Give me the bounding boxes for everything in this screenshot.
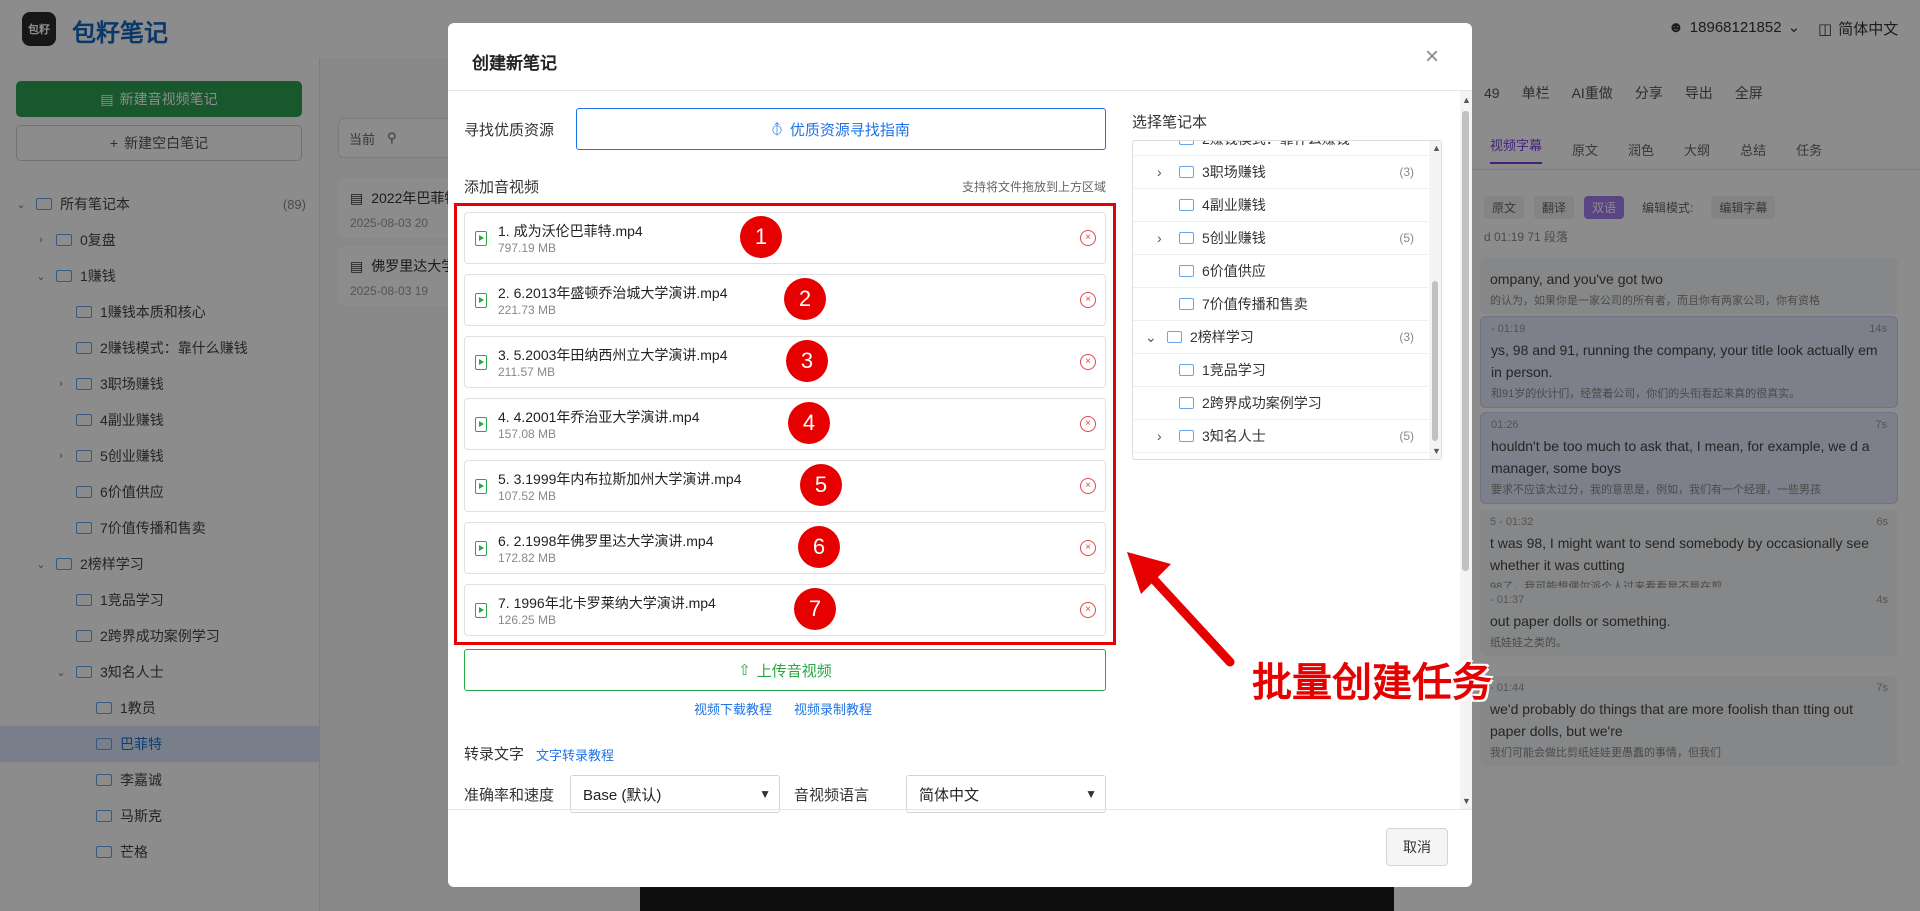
- language-label: 音视频语言: [794, 787, 870, 804]
- notebook-option-label: 2跨界成功案例学习: [1202, 395, 1322, 411]
- notebook-option-count: (5): [1399, 231, 1414, 245]
- find-resources-label: 寻找优质资源: [464, 122, 555, 139]
- folder-icon: [1179, 430, 1194, 442]
- drag-hint: 支持将文件拖放到上方区域: [962, 180, 1107, 194]
- notebook-option[interactable]: 7价值传播和售卖: [1133, 288, 1428, 321]
- accuracy-label: 准确率和速度: [464, 787, 555, 804]
- folder-icon: [1179, 141, 1194, 145]
- folder-icon: [1179, 265, 1194, 277]
- video-download-tutorial-link[interactable]: 视频下载教程: [694, 699, 772, 718]
- language-select[interactable]: 简体中文 ▼: [906, 775, 1106, 813]
- transcribe-label: 转录文字: [464, 746, 525, 763]
- chevron-right-icon[interactable]: ›: [1157, 428, 1162, 444]
- notebook-option-label: 1竞品学习: [1202, 362, 1266, 378]
- notebook-option-count: (3): [1399, 165, 1414, 179]
- modal-footer: [448, 809, 1472, 887]
- notebook-tree-select: 2赚钱模式：靠什么赚钱 › 3职场赚钱 (3) 4副业赚钱 › 5创业赚钱 (5) 6价值供应 7…: [1132, 140, 1442, 460]
- notebook-option[interactable]: 6价值供应: [1133, 255, 1428, 288]
- scroll-down-icon[interactable]: ▼: [1432, 446, 1441, 456]
- notebook-option-label: 6价值供应: [1202, 263, 1266, 279]
- annotation-text: 批量创建任务: [1252, 661, 1492, 705]
- cancel-button[interactable]: 取消: [1386, 828, 1448, 866]
- notebook-option[interactable]: 4副业赚钱: [1133, 189, 1428, 222]
- folder-icon: [1179, 166, 1194, 178]
- notebook-option-label: 3职场赚钱: [1202, 164, 1266, 180]
- notebook-option-label: 5创业赚钱: [1202, 230, 1266, 246]
- notebook-option-count: (5): [1399, 429, 1414, 443]
- notebook-option[interactable]: › 3知名人士 (5): [1133, 420, 1428, 453]
- notebook-option-label: 4副业赚钱: [1202, 197, 1266, 213]
- notebook-option-label: 2榜样学习: [1190, 329, 1254, 345]
- resource-guide-button[interactable]: ⦽ 优质资源寻找指南: [576, 108, 1106, 150]
- notebook-option[interactable]: 2跨界成功案例学习: [1133, 387, 1428, 420]
- chevron-right-icon[interactable]: ›: [1157, 164, 1162, 180]
- highlight-box: [454, 203, 1116, 645]
- accuracy-select[interactable]: Base (默认) ▼: [570, 775, 780, 813]
- folder-icon: [1167, 331, 1182, 343]
- accuracy-value: Base (默认): [583, 786, 662, 804]
- notebook-option-label: 7价值传播和售卖: [1202, 296, 1308, 312]
- transcribe-tutorial-link[interactable]: 文字转录教程: [536, 745, 614, 764]
- chevron-down-icon: ▼: [759, 787, 771, 801]
- folder-icon: [1179, 298, 1194, 310]
- notebook-option[interactable]: › 3职场赚钱 (3): [1133, 156, 1428, 189]
- folder-icon: [1179, 397, 1194, 409]
- folder-icon: [1179, 232, 1194, 244]
- notebook-option-count: (3): [1399, 330, 1414, 344]
- scroll-up-icon[interactable]: ▲: [1462, 95, 1471, 105]
- notebook-option[interactable]: › 5创业赚钱 (5): [1133, 222, 1428, 255]
- create-note-modal: 创建新笔记 × 寻找优质资源 ⦽ 优质资源寻找指南 添加音视频 支持将文件拖放到…: [448, 23, 1472, 887]
- add-av-label: 添加音视频: [464, 179, 540, 196]
- language-value: 简体中文: [919, 786, 980, 804]
- chevron-down-icon: ▼: [1085, 787, 1097, 801]
- chevron-down-icon[interactable]: ⌄: [1145, 329, 1157, 346]
- notebook-label: 选择笔记本: [1132, 114, 1208, 131]
- compass-icon: ⦽: [772, 120, 782, 138]
- close-icon[interactable]: ×: [1420, 45, 1444, 69]
- notebook-option[interactable]: 2赚钱模式：靠什么赚钱: [1133, 141, 1428, 156]
- notebook-option[interactable]: ⌄ 2榜样学习 (3): [1133, 321, 1428, 354]
- modal-title: 创建新笔记: [472, 54, 557, 73]
- upload-label: 上传音视频: [756, 662, 832, 680]
- modal-header: 创建新笔记 ×: [448, 23, 1472, 91]
- video-record-tutorial-link[interactable]: 视频录制教程: [794, 699, 872, 718]
- notebook-option-label: 3知名人士: [1202, 428, 1266, 444]
- scroll-up-icon[interactable]: ▲: [1432, 143, 1441, 153]
- scroll-down-icon[interactable]: ▼: [1462, 796, 1471, 806]
- annotation-arrow: [1127, 552, 1235, 667]
- upload-av-button[interactable]: ⇧ 上传音视频: [464, 649, 1106, 691]
- upload-icon: ⇧: [738, 662, 751, 679]
- modal-scroll-thumb[interactable]: [1462, 111, 1469, 571]
- notebook-scroll-thumb[interactable]: [1432, 281, 1438, 441]
- folder-icon: [1179, 199, 1194, 211]
- folder-icon: [1179, 364, 1194, 376]
- resource-guide-label: 优质资源寻找指南: [789, 121, 910, 139]
- notebook-option-label: 2赚钱模式：靠什么赚钱: [1202, 141, 1350, 149]
- chevron-right-icon[interactable]: ›: [1157, 230, 1162, 246]
- notebook-option[interactable]: 1竞品学习: [1133, 354, 1428, 387]
